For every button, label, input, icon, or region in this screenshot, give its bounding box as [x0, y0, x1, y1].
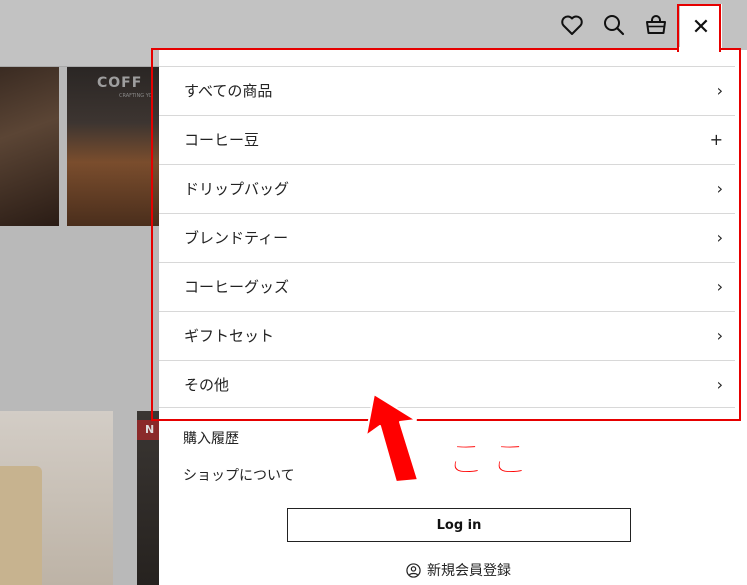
background-banner-image: COFF CRAFTING YO [67, 67, 159, 226]
cart-icon[interactable] [641, 10, 671, 40]
user-icon [406, 562, 421, 578]
highlight-box-tab [677, 4, 721, 52]
callout-text: ここ [446, 437, 536, 482]
heart-icon[interactable] [557, 10, 587, 40]
login-button[interactable]: Log in [287, 508, 631, 542]
banner-subtext: CRAFTING YO [119, 93, 153, 99]
search-icon[interactable] [599, 10, 629, 40]
highlight-box [151, 48, 741, 421]
highlight-tab-join [679, 47, 719, 51]
background-product-image [0, 67, 59, 226]
background-product-image [0, 411, 113, 585]
about-shop-link[interactable]: ショップについて [183, 465, 295, 485]
purchase-history-link[interactable]: 購入履歴 [183, 428, 239, 448]
banner-text: COFF [97, 75, 143, 91]
coffee-bag-image [0, 466, 42, 585]
product-badge: N [137, 420, 159, 440]
arrow-icon [365, 393, 419, 483]
register-link[interactable]: 新規会員登録 [406, 560, 511, 580]
register-label: 新規会員登録 [427, 563, 511, 579]
